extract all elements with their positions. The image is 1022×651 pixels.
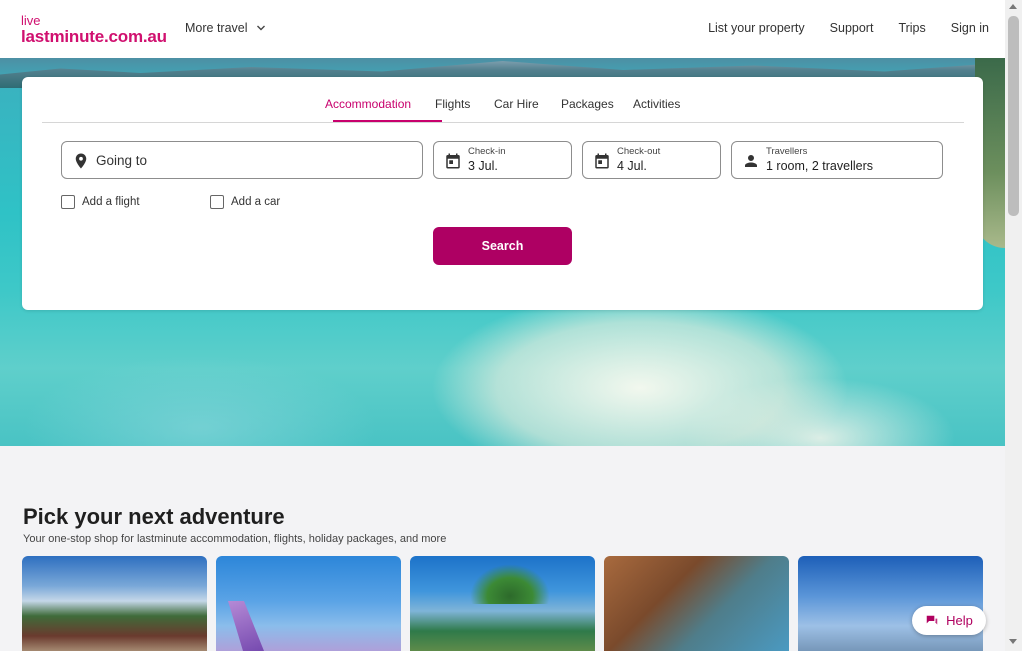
nav-trips[interactable]: Trips xyxy=(898,21,925,35)
checkout-label: Check-out xyxy=(617,146,661,157)
logo-brand: lastminute.com.au xyxy=(21,27,167,46)
search-card: Accommodation Flights Car Hire Packages … xyxy=(22,77,983,310)
calendar-icon xyxy=(595,153,609,169)
logo-live: live xyxy=(21,13,41,28)
help-label: Help xyxy=(946,613,973,628)
adventure-tile[interactable] xyxy=(216,556,401,651)
checkin-value: 3 Jul. xyxy=(468,159,498,173)
checkin-label: Check-in xyxy=(468,146,506,157)
nav-sign-in[interactable]: Sign in xyxy=(951,21,989,35)
search-tabs: Accommodation Flights Car Hire Packages … xyxy=(42,77,964,123)
section-title: Pick your next adventure xyxy=(23,504,285,529)
scroll-down-arrow[interactable] xyxy=(1009,639,1017,644)
tab-activities[interactable]: Activities xyxy=(633,97,680,111)
adventure-tile[interactable] xyxy=(410,556,595,651)
person-icon xyxy=(745,155,757,167)
help-button[interactable]: Help xyxy=(912,606,986,635)
location-pin-icon xyxy=(75,153,87,169)
tab-accommodation[interactable]: Accommodation xyxy=(325,97,411,111)
checkout-field[interactable]: Check-out 4 Jul. xyxy=(582,141,721,179)
tab-packages[interactable]: Packages xyxy=(561,97,614,111)
palm-tree-image xyxy=(470,564,550,604)
scroll-thumb[interactable] xyxy=(1008,16,1019,216)
search-button[interactable]: Search xyxy=(433,227,572,265)
adventure-tile[interactable] xyxy=(22,556,207,651)
site-header: live lastminute.com.au More travel List … xyxy=(0,0,1005,58)
destination-input[interactable]: Going to xyxy=(61,141,423,179)
section-subtitle: Your one-stop shop for lastminute accomm… xyxy=(23,533,447,545)
more-travel-label: More travel xyxy=(185,21,248,35)
tab-flights[interactable]: Flights xyxy=(435,97,470,111)
tab-car-hire[interactable]: Car Hire xyxy=(494,97,539,111)
add-flight-label: Add a flight xyxy=(82,196,140,208)
add-car-label: Add a car xyxy=(231,196,281,208)
checkin-field[interactable]: Check-in 3 Jul. xyxy=(433,141,572,179)
chevron-down-icon xyxy=(256,25,265,31)
add-car-checkbox[interactable]: Add a car xyxy=(210,195,280,209)
travellers-label: Travellers xyxy=(766,146,808,157)
destination-placeholder: Going to xyxy=(96,153,148,168)
adventure-tile[interactable] xyxy=(604,556,789,651)
nav-support[interactable]: Support xyxy=(830,21,874,35)
travellers-field[interactable]: Travellers 1 room, 2 travellers xyxy=(731,141,943,179)
more-travel-menu[interactable]: More travel xyxy=(185,21,266,35)
nav-list-property[interactable]: List your property xyxy=(708,21,805,35)
scroll-up-arrow[interactable] xyxy=(1009,4,1017,9)
checkout-value: 4 Jul. xyxy=(617,159,647,173)
active-tab-indicator xyxy=(333,120,442,122)
checkbox-box[interactable] xyxy=(61,195,75,209)
travellers-value: 1 room, 2 travellers xyxy=(766,159,873,173)
checkbox-box[interactable] xyxy=(210,195,224,209)
page-scrollbar[interactable] xyxy=(1005,0,1022,651)
plane-wing-image xyxy=(228,601,268,651)
header-nav: List your property Support Trips Sign in xyxy=(708,21,989,35)
chat-icon xyxy=(926,615,938,624)
calendar-icon xyxy=(446,153,460,169)
adventure-tile[interactable] xyxy=(798,556,983,651)
site-logo[interactable]: live lastminute.com.au xyxy=(21,14,167,45)
add-flight-checkbox[interactable]: Add a flight xyxy=(61,195,140,209)
